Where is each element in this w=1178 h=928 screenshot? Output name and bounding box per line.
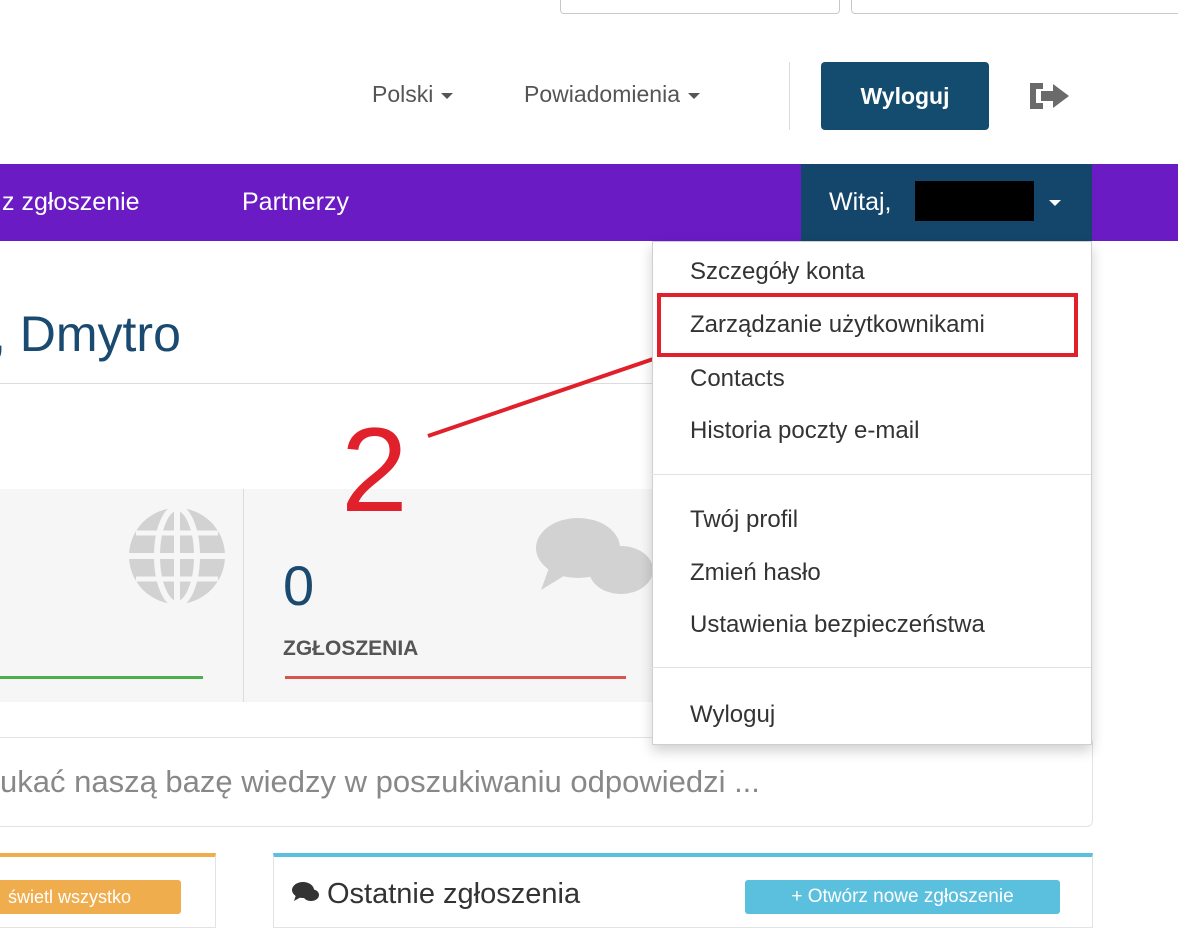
menu-item-logout[interactable]: Wyloguj [690, 697, 775, 733]
menu-item-account-details[interactable]: Szczegóły konta [690, 254, 865, 290]
annotation-step-number: 2 [341, 403, 408, 537]
menu-divider [652, 667, 1091, 668]
annotation-highlight-box [657, 293, 1078, 357]
menu-item-security-settings[interactable]: Ustawienia bezpieczeństwa [690, 607, 985, 643]
menu-item-change-password[interactable]: Zmień hasło [690, 555, 821, 591]
menu-item-contacts[interactable]: Contacts [690, 361, 785, 397]
menu-divider [652, 474, 1091, 475]
menu-item-email-history[interactable]: Historia poczty e-mail [690, 413, 919, 449]
menu-item-profile[interactable]: Twój profil [690, 502, 798, 538]
